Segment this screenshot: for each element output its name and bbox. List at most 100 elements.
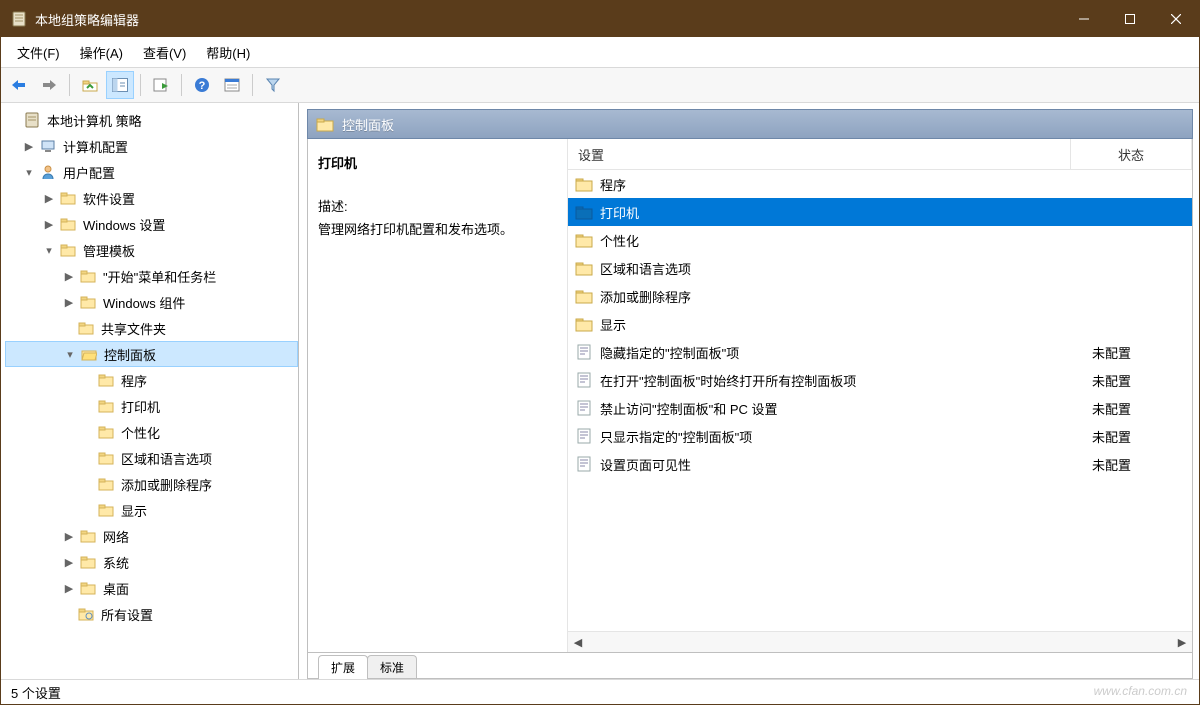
policy-icon [574, 342, 594, 362]
menu-action[interactable]: 操作(A) [70, 39, 133, 66]
row-display[interactable]: 显示 [568, 310, 1192, 338]
tree-windows-components[interactable]: ▶Windows 组件 [5, 289, 298, 315]
tree-windows-settings[interactable]: ▶Windows 设置 [5, 211, 298, 237]
menu-help[interactable]: 帮助(H) [196, 39, 260, 66]
path-header: 控制面板 [307, 109, 1193, 139]
tree-system[interactable]: ▶系统 [5, 549, 298, 575]
menubar: 文件(F) 操作(A) 查看(V) 帮助(H) [1, 37, 1199, 68]
folder-icon [574, 258, 594, 278]
computer-icon [39, 137, 57, 155]
tree-start-taskbar[interactable]: ▶"开始"菜单和任务栏 [5, 263, 298, 289]
folder-icon [316, 116, 334, 132]
folder-icon [79, 293, 97, 311]
show-hide-tree-button[interactable] [106, 71, 134, 99]
folder-icon [574, 230, 594, 250]
folder-icon [574, 202, 594, 222]
path-label: 控制面板 [342, 115, 394, 134]
close-button[interactable] [1153, 1, 1199, 37]
tree-network[interactable]: ▶网络 [5, 523, 298, 549]
folder-icon [97, 397, 115, 415]
row-showonly[interactable]: 只显示指定的"控制面板"项未配置 [568, 422, 1192, 450]
tree-pane[interactable]: 本地计算机 策略 ▶计算机配置 ▾用户配置 ▶软件设置 ▶Windows 设置 … [1, 103, 299, 679]
chevron-right-icon[interactable]: ▶ [61, 580, 77, 596]
folder-icon [79, 527, 97, 545]
row-printers[interactable]: 打印机 [568, 198, 1192, 226]
menu-file[interactable]: 文件(F) [7, 39, 70, 66]
tree-region[interactable]: 区域和语言选项 [5, 445, 298, 471]
tree-admin-templates[interactable]: ▾管理模板 [5, 237, 298, 263]
folder-icon [59, 189, 77, 207]
row-pagevis[interactable]: 设置页面可见性未配置 [568, 450, 1192, 478]
description-label: 描述: [318, 196, 557, 215]
folder-icon [97, 449, 115, 467]
chevron-right-icon[interactable]: ▶ [41, 216, 57, 232]
row-open-all[interactable]: 在打开"控制面板"时始终打开所有控制面板项未配置 [568, 366, 1192, 394]
tree-shared-folders[interactable]: 共享文件夹 [5, 315, 298, 341]
maximize-button[interactable] [1107, 1, 1153, 37]
chevron-blank-icon [5, 112, 21, 128]
menu-view[interactable]: 查看(V) [133, 39, 196, 66]
chevron-right-icon[interactable]: ▶ [41, 190, 57, 206]
folder-icon [97, 475, 115, 493]
folder-icon [97, 423, 115, 441]
folder-icon [79, 579, 97, 597]
toolbar: ? [1, 68, 1199, 103]
scroll-right-icon[interactable]: ▶ [1172, 632, 1192, 652]
properties-button[interactable] [218, 71, 246, 99]
row-hide[interactable]: 隐藏指定的"控制面板"项未配置 [568, 338, 1192, 366]
row-personalization[interactable]: 个性化 [568, 226, 1192, 254]
chevron-down-icon[interactable]: ▾ [41, 242, 57, 258]
chevron-right-icon[interactable]: ▶ [61, 294, 77, 310]
column-setting[interactable]: 设置 [568, 139, 1071, 169]
folder-open-icon [80, 345, 98, 363]
chevron-right-icon[interactable]: ▶ [61, 268, 77, 284]
up-button[interactable] [76, 71, 104, 99]
chevron-right-icon[interactable]: ▶ [21, 138, 37, 154]
tree-computer-config[interactable]: ▶计算机配置 [5, 133, 298, 159]
scroll-left-icon[interactable]: ◀ [568, 632, 588, 652]
row-deny[interactable]: 禁止访问"控制面板"和 PC 设置未配置 [568, 394, 1192, 422]
row-region[interactable]: 区域和语言选项 [568, 254, 1192, 282]
forward-button[interactable] [35, 71, 63, 99]
tree-personalization[interactable]: 个性化 [5, 419, 298, 445]
tree-printers[interactable]: 打印机 [5, 393, 298, 419]
back-button[interactable] [5, 71, 33, 99]
folder-icon [97, 371, 115, 389]
tree-software-settings[interactable]: ▶软件设置 [5, 185, 298, 211]
tree-control-panel[interactable]: ▾控制面板 [5, 341, 298, 367]
selection-name: 打印机 [318, 153, 557, 172]
description-pane: 打印机 描述: 管理网络打印机配置和发布选项。 [308, 139, 568, 652]
tab-standard[interactable]: 标准 [367, 655, 417, 679]
status-text: 5 个设置 [11, 683, 61, 702]
content-pane: 控制面板 打印机 描述: 管理网络打印机配置和发布选项。 设置 状态 程序 打印… [299, 103, 1199, 679]
folder-icon [59, 241, 77, 259]
tree-add-remove[interactable]: 添加或删除程序 [5, 471, 298, 497]
tree-desktop[interactable]: ▶桌面 [5, 575, 298, 601]
tab-extended[interactable]: 扩展 [318, 655, 368, 679]
tree-root[interactable]: 本地计算机 策略 [5, 107, 298, 133]
export-button[interactable] [147, 71, 175, 99]
folder-icon [79, 267, 97, 285]
chevron-right-icon[interactable]: ▶ [61, 528, 77, 544]
policy-icon [574, 454, 594, 474]
tree-programs[interactable]: 程序 [5, 367, 298, 393]
chevron-down-icon[interactable]: ▾ [21, 164, 37, 180]
chevron-down-icon[interactable]: ▾ [62, 346, 78, 362]
minimize-button[interactable] [1061, 1, 1107, 37]
policy-icon [574, 398, 594, 418]
list-body[interactable]: 程序 打印机 个性化 区域和语言选项 添加或删除程序 显示 隐藏指定的"控制面板… [568, 170, 1192, 631]
tree-all-settings[interactable]: 所有设置 [5, 601, 298, 627]
svg-text:?: ? [199, 80, 206, 92]
statusbar: 5 个设置 [1, 679, 1199, 704]
chevron-right-icon[interactable]: ▶ [61, 554, 77, 570]
horizontal-scrollbar[interactable]: ◀ ▶ [568, 631, 1192, 652]
help-button[interactable]: ? [188, 71, 216, 99]
document-icon [23, 111, 41, 129]
tree-display[interactable]: 显示 [5, 497, 298, 523]
row-addremove[interactable]: 添加或删除程序 [568, 282, 1192, 310]
tree-user-config[interactable]: ▾用户配置 [5, 159, 298, 185]
row-programs[interactable]: 程序 [568, 170, 1192, 198]
column-state[interactable]: 状态 [1071, 139, 1192, 169]
user-icon [39, 163, 57, 181]
filter-button[interactable] [259, 71, 287, 99]
